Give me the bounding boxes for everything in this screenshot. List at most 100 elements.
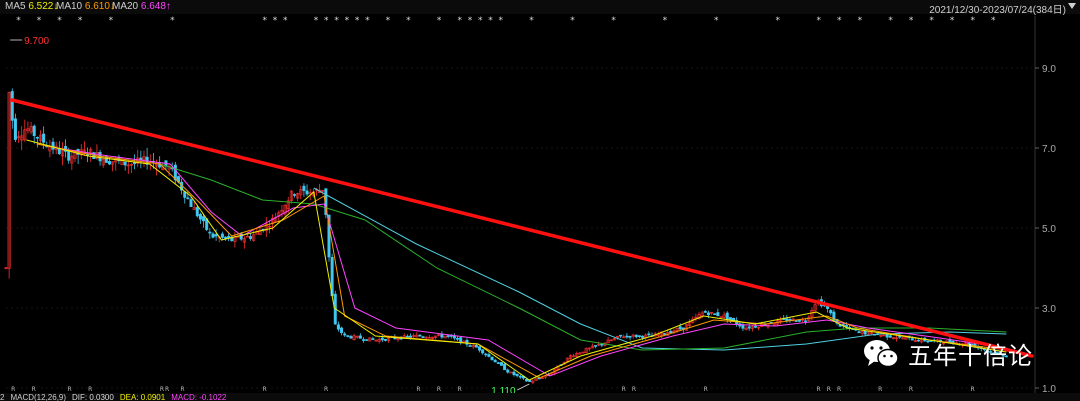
- macd-value: MACD: -0.1022: [171, 393, 227, 401]
- candle-down: [409, 335, 413, 338]
- event-marker: *: [950, 16, 955, 26]
- dividend-marker: R: [970, 386, 974, 393]
- candle-down: [518, 375, 522, 378]
- ma60-line: [159, 163, 1007, 351]
- trend-line: [10, 98, 1034, 358]
- event-marker: *: [929, 16, 934, 26]
- candle-down: [713, 313, 717, 316]
- event-marker: *: [817, 16, 822, 26]
- candle-down: [446, 335, 450, 337]
- candle-down: [716, 312, 720, 317]
- event-marker: *: [478, 16, 483, 26]
- dividend-marker: R: [180, 386, 184, 393]
- dividend-marker: R: [837, 386, 841, 393]
- dividend-marker: R: [68, 386, 72, 393]
- candle-down: [794, 320, 798, 322]
- dividend-marker: R: [457, 386, 461, 393]
- candle-up: [462, 340, 466, 343]
- event-marker: *: [334, 16, 339, 26]
- watermark-text: 五年十倍论: [908, 342, 1033, 370]
- candle-down: [139, 157, 143, 161]
- event-marker: *: [468, 16, 473, 26]
- y-tick-label: 3.0: [1042, 304, 1056, 315]
- dif-value: DIF: 0.0300: [72, 393, 114, 401]
- dividend-marker: R: [416, 386, 420, 393]
- candle-down: [227, 235, 231, 239]
- candle-down: [383, 338, 387, 341]
- candle-down: [804, 320, 808, 323]
- dividend-marker: R: [632, 386, 636, 393]
- candle-down: [123, 161, 127, 166]
- candle-down: [195, 207, 199, 217]
- event-marker: *: [273, 16, 278, 26]
- candle-down: [525, 378, 529, 382]
- candle-down: [474, 344, 478, 348]
- event-marker: *: [314, 16, 319, 26]
- candle-down: [465, 339, 469, 345]
- event-marker: *: [365, 16, 370, 26]
- event-marker: *: [837, 16, 842, 26]
- candle-down: [503, 364, 507, 371]
- candle-down: [706, 312, 710, 316]
- candle-down: [725, 312, 729, 320]
- candle-down: [336, 324, 340, 330]
- candle-down: [741, 324, 745, 329]
- candle-down: [747, 326, 751, 329]
- candle-down: [349, 336, 353, 339]
- y-tick-label: 9.0: [1042, 64, 1056, 75]
- dividend-marker: R: [165, 386, 169, 393]
- event-marker: *: [909, 16, 914, 26]
- event-marker: *: [611, 16, 616, 26]
- event-marker: *: [970, 16, 975, 26]
- candle-down: [365, 339, 369, 341]
- event-marker: *: [858, 16, 863, 26]
- candle-down: [641, 335, 645, 338]
- dividend-marker: R: [160, 386, 164, 393]
- candle-down: [371, 338, 375, 340]
- candle-down: [452, 335, 456, 339]
- candle-down: [202, 216, 206, 222]
- dividend-marker: R: [324, 386, 328, 393]
- y-tick-label: 5.0: [1042, 224, 1056, 235]
- candle-down: [496, 362, 500, 364]
- event-marker: *: [776, 16, 781, 26]
- candle-down: [418, 334, 422, 337]
- candle-down: [10, 91, 14, 121]
- candle-down: [857, 331, 861, 333]
- candle-down: [512, 371, 516, 376]
- candle-down: [198, 213, 202, 220]
- candle-down: [669, 330, 673, 334]
- candle-down: [67, 150, 71, 161]
- ma5-line: [26, 139, 1007, 381]
- candle-down: [249, 236, 253, 239]
- dividend-marker: R: [263, 386, 267, 393]
- candle-down: [214, 234, 218, 237]
- candle-down: [728, 317, 732, 321]
- candle-down: [340, 327, 344, 334]
- dividend-marker: R: [437, 386, 441, 393]
- low-annotation: 1.110: [491, 386, 516, 393]
- candle-down: [515, 373, 519, 376]
- candle-down: [481, 349, 485, 354]
- candle-down: [302, 185, 306, 191]
- event-marker: *: [488, 16, 493, 26]
- candle-down: [628, 335, 632, 338]
- candle-down: [189, 199, 193, 207]
- dividend-marker: R: [622, 386, 626, 393]
- candle-down: [499, 362, 503, 366]
- candle-down: [678, 326, 682, 330]
- event-marker: *: [888, 16, 893, 26]
- candle-down: [829, 310, 833, 314]
- candle-down: [133, 162, 137, 165]
- dea-value: DEA: 0.0901: [119, 393, 166, 401]
- event-marker: *: [78, 16, 83, 26]
- candle-down: [358, 335, 362, 339]
- dividend-marker: R: [11, 386, 15, 393]
- candle-down: [703, 310, 707, 313]
- candle-down: [305, 190, 309, 195]
- candle-down: [456, 338, 460, 340]
- candle-down: [405, 335, 409, 338]
- candlestick-chart[interactable]: 9.0 7.0 5.0 3.0 1.0 9.700 1.110 * * * * * * * * * * * * * * *…: [0, 0, 1080, 393]
- candle-down: [13, 118, 17, 140]
- candle-down: [224, 236, 228, 239]
